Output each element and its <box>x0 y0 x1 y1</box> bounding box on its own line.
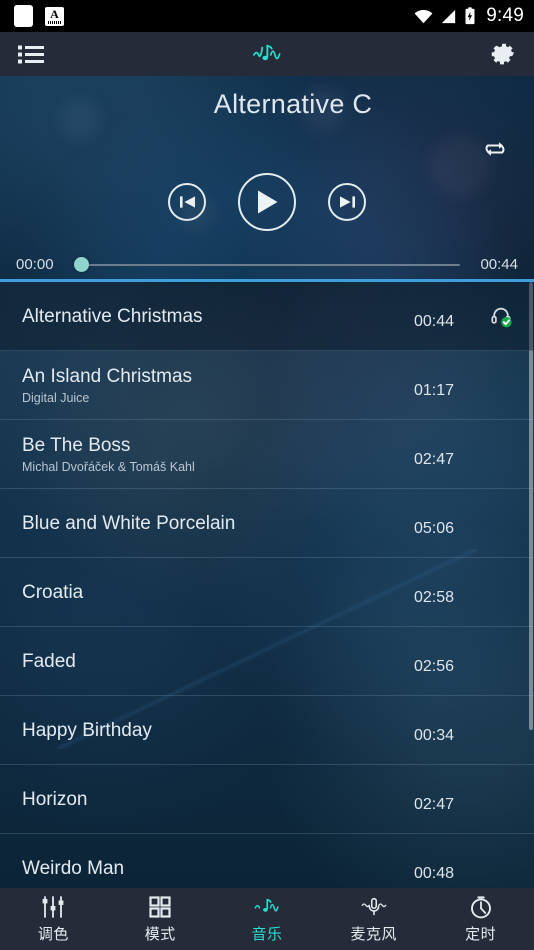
track-title: An Island Christmas <box>22 366 193 387</box>
track-meta: Be The Boss Michal Dvořáček & Tomáš Kahl <box>22 434 414 474</box>
repeat-icon[interactable] <box>482 138 508 160</box>
track-duration: 02:47 <box>414 451 455 468</box>
elapsed-time: 00:00 <box>16 256 54 273</box>
now-playing-title: Alternative C <box>213 88 373 119</box>
track-meta: Horizon <box>22 788 414 811</box>
music-player-screen: A 9:49 Alternative C 00:00 00:44 Alterna… <box>0 0 534 950</box>
track-row[interactable]: Blue and White Porcelain 05:06 <box>0 489 534 558</box>
track-duration: 05:06 <box>414 520 455 537</box>
nav-item-label: 麦克风 <box>350 925 398 943</box>
track-row[interactable]: Croatia 02:58 <box>0 558 534 627</box>
keyboard-a-icon: A <box>45 6 64 26</box>
track-title: Weirdo Man <box>22 857 125 879</box>
track-meta: Faded <box>22 650 414 673</box>
duration-time: 00:44 <box>480 256 518 273</box>
track-duration: 00:48 <box>414 865 455 882</box>
playlist-icon[interactable] <box>18 45 44 64</box>
next-button[interactable] <box>328 183 366 221</box>
track-row[interactable]: Weirdo Man 00:48 <box>0 834 534 888</box>
bottom-nav: 调色 模式 音乐 麦克风 定时 <box>0 888 534 950</box>
nav-item-label: 音乐 <box>251 925 283 943</box>
track-duration: 02:56 <box>414 658 455 675</box>
nav-item-label: 定时 <box>465 925 497 943</box>
status-bar-left: A <box>14 5 64 27</box>
microphone-icon <box>361 897 387 915</box>
app-bar <box>0 32 534 76</box>
nav-item-timer[interactable]: 定时 <box>427 895 534 944</box>
wifi-icon <box>414 9 433 23</box>
signal-icon <box>442 9 456 23</box>
nav-item-label: 调色 <box>37 925 69 943</box>
track-meta: Weirdo Man <box>22 857 414 880</box>
prev-button[interactable] <box>168 183 206 221</box>
status-bar: A 9:49 <box>0 0 534 32</box>
track-title: Alternative Christmas <box>22 305 203 327</box>
track-row[interactable]: Happy Birthday 00:34 <box>0 696 534 765</box>
track-badge <box>484 304 518 328</box>
track-duration: 00:34 <box>414 727 455 744</box>
track-title: Be The Boss <box>22 435 131 456</box>
music-wave-icon <box>253 44 281 61</box>
track-title: Croatia <box>22 581 84 603</box>
nav-item-microphone[interactable]: 麦克风 <box>320 895 427 944</box>
track-duration: 00:44 <box>414 313 455 330</box>
track-meta: Blue and White Porcelain <box>22 512 414 535</box>
seek-thumb[interactable] <box>74 257 89 272</box>
sliders-icon <box>42 895 64 918</box>
headphone-check-icon <box>491 307 512 328</box>
play-button[interactable] <box>238 173 296 231</box>
track-duration: 01:17 <box>414 382 455 399</box>
timer-icon <box>470 895 491 918</box>
track-meta: An Island Christmas Digital Juice <box>22 365 414 405</box>
timer-icon <box>468 895 494 919</box>
track-row[interactable]: Faded 02:56 <box>0 627 534 696</box>
sliders-icon <box>40 895 66 919</box>
music-wave-icon <box>254 895 280 919</box>
seek-track <box>74 263 460 266</box>
repeat-row <box>0 132 534 166</box>
app-square-icon <box>14 5 33 27</box>
track-meta: Alternative Christmas <box>22 305 414 328</box>
nav-item-sliders[interactable]: 调色 <box>0 895 107 944</box>
battery-charging-icon <box>465 7 475 25</box>
gear-icon[interactable] <box>490 41 516 67</box>
player-header: Alternative C 00:00 00:44 <box>0 76 534 282</box>
skip-previous-icon <box>179 196 195 208</box>
grid-icon <box>147 895 173 919</box>
track-title: Blue and White Porcelain <box>22 512 236 534</box>
microphone-icon <box>361 895 387 919</box>
transport-controls <box>0 166 534 238</box>
nav-item-label: 模式 <box>144 925 176 943</box>
track-meta: Croatia <box>22 581 414 604</box>
track-artist: Digital Juice <box>22 391 90 405</box>
status-bar-clock: 9:49 <box>486 5 524 26</box>
seek-row: 00:00 00:44 <box>0 256 534 273</box>
skip-next-icon <box>339 196 355 208</box>
track-row[interactable]: An Island Christmas Digital Juice 01:17 <box>0 351 534 420</box>
music-wave-icon <box>254 898 279 912</box>
track-title: Faded <box>22 650 76 672</box>
track-title: Happy Birthday <box>22 719 152 741</box>
track-row[interactable]: Be The Boss Michal Dvořáček & Tomáš Kahl 0… <box>0 420 534 489</box>
status-bar-right: 9:49 <box>414 5 524 27</box>
track-row[interactable]: Horizon 02:47 <box>0 765 534 834</box>
track-meta: Happy Birthday <box>22 719 414 742</box>
track-title: Horizon <box>22 788 88 810</box>
play-icon <box>258 190 278 214</box>
playlist[interactable]: Alternative Christmas 00:44 An Island Chr… <box>0 282 534 888</box>
now-playing-title-wrap: Alternative C <box>0 76 534 132</box>
track-row[interactable]: Alternative Christmas 00:44 <box>0 282 534 351</box>
track-duration: 02:47 <box>414 796 455 813</box>
track-duration: 02:58 <box>414 589 455 606</box>
nav-item-grid[interactable]: 模式 <box>107 895 214 944</box>
seek-slider[interactable] <box>74 257 460 273</box>
grid-icon <box>149 895 171 918</box>
track-artist: Michal Dvořáček & Tomáš Kahl <box>22 460 195 474</box>
nav-item-music-wave[interactable]: 音乐 <box>214 895 321 944</box>
